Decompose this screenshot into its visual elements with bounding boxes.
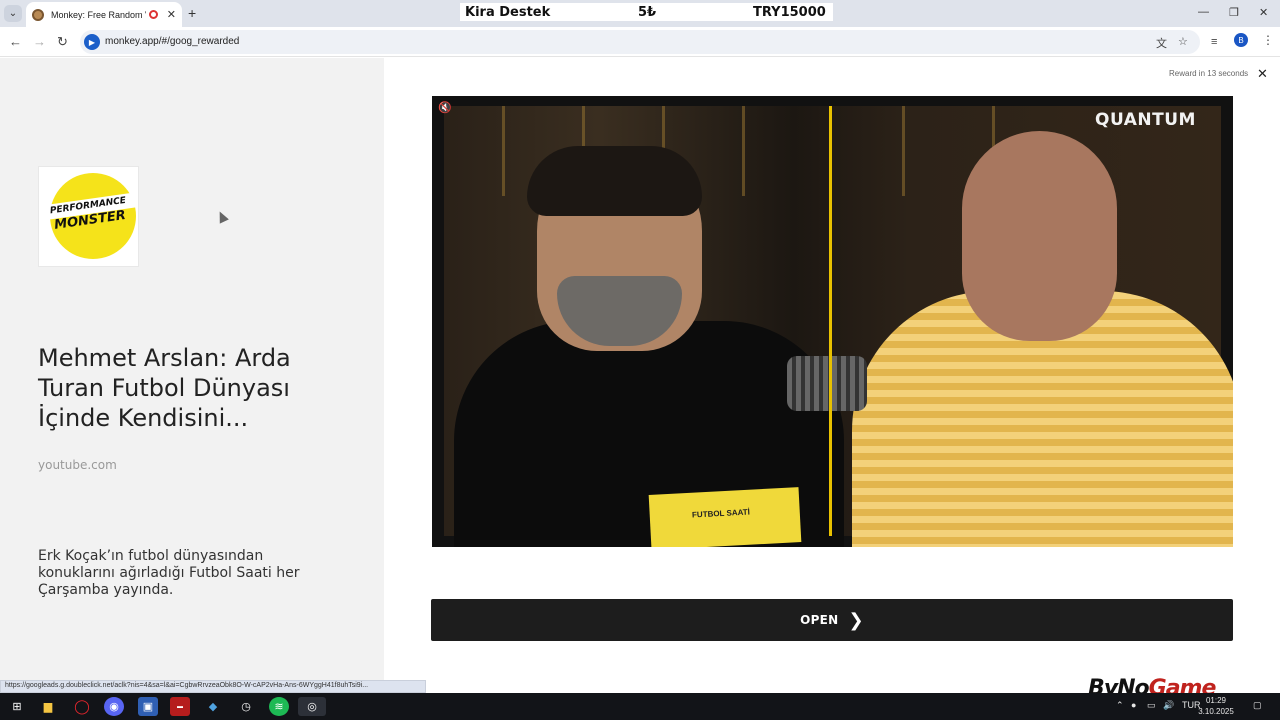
translate-icon[interactable]: 文	[1156, 35, 1167, 51]
discord-icon[interactable]: ◉	[104, 697, 124, 716]
tray-expand-icon[interactable]: ⌃	[1116, 700, 1124, 711]
windows-start-icon[interactable]: ⊞	[7, 697, 27, 716]
mouse-cursor-icon	[215, 209, 229, 224]
ad-domain: youtube.com	[38, 458, 117, 472]
video-divider	[829, 106, 832, 536]
back-arrow-icon[interactable]: ←	[9, 34, 22, 49]
vpn-icon[interactable]: ◆	[203, 697, 223, 716]
donation-label: Kira Destek	[465, 4, 551, 20]
site-info-icon[interactable]: ▶	[84, 34, 100, 50]
chevron-right-icon: ❯	[848, 609, 864, 631]
notification-icon[interactable]: ▢	[1253, 700, 1262, 711]
video-brand: QUANTUM	[1095, 110, 1196, 130]
ad-video[interactable]: FUTBOL SAATİ QUANTUM 🔇	[432, 96, 1233, 547]
tab-close-icon[interactable]: ✕	[167, 8, 176, 21]
donation-amount: 5₺	[638, 4, 657, 20]
active-tab[interactable]: Monkey: Free Random Video ✕	[26, 2, 182, 27]
media-control-icon[interactable]: ≡	[1211, 36, 1217, 48]
tab-title: Monkey: Free Random Video	[51, 9, 146, 20]
status-bar-url: https://googleads.g.doubleclick.net/aclk…	[0, 680, 426, 693]
tab-strip: ⌄ Monkey: Free Random Video ✕ + Kira Des…	[0, 0, 1280, 27]
profile-avatar[interactable]: B	[1234, 33, 1248, 47]
advertiser-logo[interactable]: PERFORMANCE MONSTER	[38, 166, 139, 267]
restore-icon[interactable]: ❐	[1229, 6, 1239, 19]
ad-description: Erk Koçak’ın futbol dünyasından konuklar…	[38, 548, 300, 598]
guest-left-hair	[527, 146, 702, 216]
volume-icon[interactable]: 🔊	[1163, 700, 1174, 711]
donation-overlay: Kira Destek 5₺ TRY15000	[460, 3, 833, 21]
ad-video-panel: Reward in 13 seconds ✕ FUTBOL SAATİ QUAN…	[384, 58, 1280, 693]
star-icon[interactable]: ☆	[1178, 35, 1188, 48]
file-explorer-icon[interactable]: ▆	[38, 697, 58, 716]
address-bar: ← → ↻ ▶ monkey.app/#/goog_rewarded 文 ☆ ≡…	[0, 27, 1280, 57]
donation-goal: TRY15000	[753, 4, 826, 20]
clock-date: 3.10.2025	[1198, 707, 1234, 716]
spotify-icon[interactable]: ≋	[269, 697, 289, 716]
open-button-label: OPEN	[800, 613, 839, 627]
reward-countdown: Reward in 13 seconds	[1169, 69, 1249, 78]
guest-right-head	[962, 131, 1117, 341]
system-clock[interactable]: 01:29 3.10.2025	[1196, 695, 1236, 717]
voicemeeter-icon[interactable]: ▬	[170, 697, 190, 716]
network-icon[interactable]: ▭	[1147, 700, 1156, 711]
new-tab-button[interactable]: +	[188, 5, 196, 21]
url-text[interactable]: monkey.app/#/goog_rewarded	[105, 36, 239, 47]
app-icon[interactable]: ▣	[138, 697, 158, 716]
forward-arrow-icon[interactable]: →	[33, 34, 46, 49]
microphone	[787, 356, 867, 411]
taskbar: ⊞ ▆ ◯ ◉ ▣ ▬ ◆ ◷ ≋ ◎ ⌃ ● ▭ 🔊 TUR 01:29 3.…	[0, 693, 1280, 720]
open-button[interactable]: OPEN ❯	[431, 599, 1233, 641]
recording-icon	[148, 10, 158, 19]
reload-icon[interactable]: ↻	[57, 34, 68, 50]
ad-info-panel: PERFORMANCE MONSTER Mehmet Arslan: Arda …	[0, 58, 384, 693]
omnibox[interactable]: ▶ monkey.app/#/goog_rewarded 文 ☆	[80, 30, 1200, 54]
chrome-icon[interactable]: ◎	[298, 697, 326, 716]
monkey-favicon-icon	[32, 8, 44, 21]
backdrop-stripe	[742, 106, 745, 196]
ad-title[interactable]: Mehmet Arslan: Arda Turan Futbol Dünyası…	[38, 343, 338, 433]
backdrop-stripe	[902, 106, 905, 196]
menu-icon[interactable]: ⋮	[1262, 33, 1274, 47]
close-icon[interactable]: ✕	[1257, 66, 1268, 82]
window-close-icon[interactable]: ✕	[1259, 6, 1268, 19]
tray-app-icon[interactable]: ●	[1131, 700, 1136, 710]
minimize-icon[interactable]: —	[1198, 6, 1209, 18]
clock-time: 01:29	[1205, 696, 1227, 705]
mute-icon[interactable]: 🔇	[438, 101, 452, 114]
clock-app-icon[interactable]: ◷	[236, 697, 256, 716]
backdrop-stripe	[502, 106, 505, 196]
tab-search-icon[interactable]: ⌄	[4, 5, 22, 22]
opera-icon[interactable]: ◯	[72, 697, 92, 716]
